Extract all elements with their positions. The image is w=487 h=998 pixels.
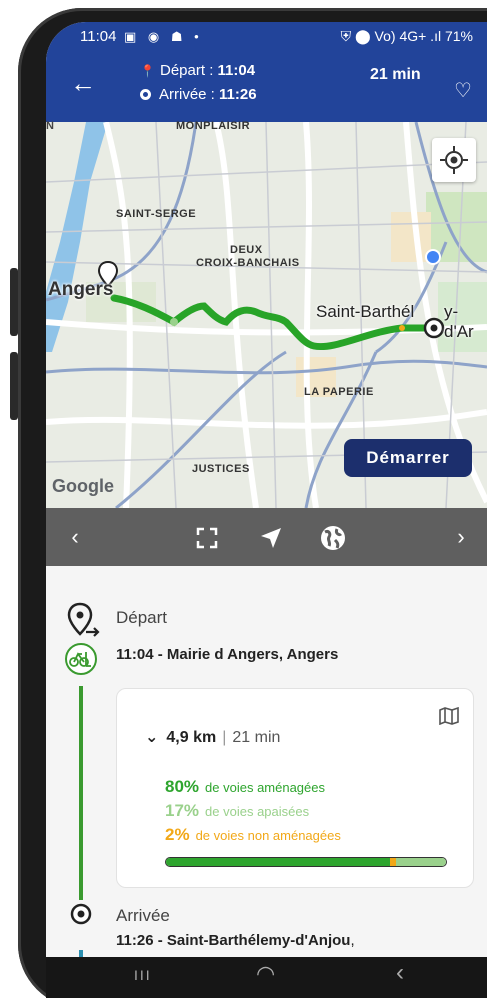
bar-segment-apaisees [395, 858, 446, 866]
map-label-saint-serge: SAINT-SERGE [116, 208, 197, 220]
power-button [10, 352, 18, 420]
route-waypoint [170, 318, 178, 326]
route-waypoint [399, 325, 405, 331]
bike-scooter-icon [65, 643, 97, 675]
distance-row[interactable]: ⌄ 4,9 km | 21 min [145, 727, 280, 747]
stat-apaisees-label: de voies apaisées [205, 804, 310, 819]
arrow-left-icon[interactable]: ← [70, 70, 96, 96]
stat-non-amenagees-label: de voies non aménagées [195, 828, 341, 843]
arrival-detail: 11:26 - Saint-Barthélemy-d'Anjou, [116, 932, 355, 949]
stat-non-amenagees-pct: 2% [165, 825, 190, 844]
previous-button[interactable]: ‹ [60, 508, 90, 566]
map-label-justices: JUSTICES [192, 463, 250, 475]
arrival-time: 11:26 [219, 86, 257, 103]
navigation-arrow-icon[interactable] [254, 508, 288, 566]
map-label-la-paperie: LA PAPERIE [304, 386, 374, 398]
globe-icon[interactable] [316, 508, 350, 566]
departure-row: 📍 Départ : 11:04 [140, 62, 255, 79]
globe-glyph [321, 526, 345, 551]
navigation-glyph [261, 528, 281, 549]
next-step-indicator [79, 950, 83, 957]
map-label-deux: DEUX [230, 244, 263, 256]
route-duration: 21 min [232, 729, 281, 746]
map-label-saint-barthelemy: Saint-Barthél [316, 302, 415, 321]
fullscreen-icon[interactable] [190, 508, 224, 566]
target-ring-icon [140, 89, 151, 100]
route-type-progress-bar [165, 857, 447, 867]
crosshair-icon [440, 146, 468, 174]
separator: | [222, 729, 227, 746]
route-timeline [79, 686, 83, 900]
fullscreen-glyph [196, 527, 218, 549]
stat-apaisees-pct: 17% [165, 801, 200, 820]
arrival-heading: Arrivée [116, 906, 170, 925]
trip-duration: 21 min [370, 66, 421, 83]
commercial-area [391, 212, 431, 262]
google-logo: Google [52, 476, 114, 496]
android-nav-bar: III ◠ ‹ [46, 957, 487, 998]
arrival-row: Arrivée : 11:26 [140, 86, 257, 103]
stat-amenagees-pct: 80% [165, 777, 200, 796]
recents-button[interactable]: III [134, 967, 152, 983]
stat-amenagees-label: de voies aménagées [205, 780, 326, 795]
destination-ring-icon [70, 903, 92, 925]
my-location-button[interactable] [432, 138, 476, 182]
route-summary-card[interactable]: ⌄ 4,9 km | 21 min 80% de voies aménagées 17%… [116, 688, 474, 888]
arrival-label: Arrivée : [159, 86, 220, 103]
stat-non-amenagees: 2% de voies non aménagées [165, 825, 341, 845]
status-notification-icons: ▣ ◉ ☗ • [124, 29, 203, 44]
map-label-saint-barthelemy-end: y-d'Ar [444, 302, 474, 341]
map-icon[interactable] [439, 707, 459, 725]
user-location-dot [425, 249, 441, 265]
stat-apaisees: 17% de voies apaisées [165, 801, 309, 821]
start-navigation-button[interactable]: Démarrer [344, 439, 472, 477]
status-time: 11:04 [80, 28, 117, 45]
home-button[interactable]: ◠ [256, 961, 275, 987]
stat-amenagees: 80% de voies aménagées [165, 777, 325, 797]
start-pin-arrow-icon [67, 602, 100, 637]
map-toolbar: ‹ › [46, 508, 487, 566]
app-screen: 11:04 ▣ ◉ ☗ • ⛨ ⬤ Vo) 4G+ .ıl 71% ← 📍 Dép… [46, 22, 487, 957]
departure-time: 11:04 [217, 62, 256, 79]
volume-button [10, 268, 18, 336]
map-label-angers: Angers [48, 279, 114, 300]
arrival-detail-rest: , [350, 932, 355, 949]
trip-header: 11:04 ▣ ◉ ☗ • ⛨ ⬤ Vo) 4G+ .ıl 71% ← 📍 Dép… [46, 22, 487, 122]
destination-marker-center [430, 324, 438, 332]
route-distance: 4,9 km [166, 729, 217, 746]
back-button[interactable]: ‹ [396, 959, 404, 987]
departure-label: Départ : [160, 62, 218, 79]
status-system-icons: ⛨ ⬤ Vo) 4G+ .ıl 71% [340, 28, 473, 44]
arrival-detail-main: 11:26 - Saint-Barthélemy-d'Anjou [116, 932, 351, 949]
status-bar: 11:04 ▣ ◉ ☗ • ⛨ ⬤ Vo) 4G+ .ıl 71% [46, 28, 487, 48]
map-pin-icon: 📍 [140, 64, 155, 78]
departure-detail: 11:04 - Mairie d Angers, Angers [116, 646, 339, 663]
route-map[interactable]: N MONPLAISIR SAINT-SERGE DEUX CROIX-BANC… [46, 120, 487, 508]
departure-heading: Départ [116, 608, 168, 627]
itinerary-details: Départ 11:04 - Mairie d Angers, Angers ⌄… [46, 566, 487, 957]
map-label-n: N [46, 120, 54, 132]
chevron-down-icon[interactable]: ⌄ [145, 729, 158, 746]
next-button[interactable]: › [446, 508, 476, 566]
heart-outline-icon[interactable]: ♡ [454, 78, 472, 103]
map-label-croix-banchais: CROIX-BANCHAIS [196, 257, 300, 269]
map-label-monplaisir: MONPLAISIR [176, 120, 251, 132]
bar-segment-amenagees [166, 858, 390, 866]
